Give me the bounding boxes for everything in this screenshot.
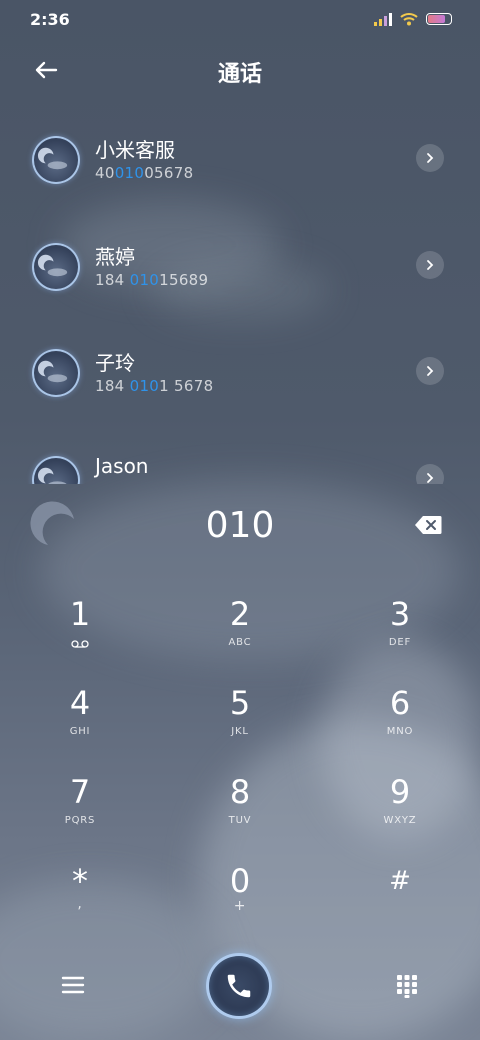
contact-number: 184 0101 5678 xyxy=(95,377,214,395)
key-3[interactable]: 3 DEF xyxy=(340,595,460,675)
avatar xyxy=(32,136,80,184)
contact-name: Jason xyxy=(95,454,149,478)
chevron-right-icon xyxy=(427,153,434,163)
signal-icon xyxy=(374,12,392,26)
dialed-number: 010 xyxy=(205,505,275,546)
key-8[interactable]: 8 TUV xyxy=(180,773,300,853)
moon-icon xyxy=(37,254,68,277)
contact-number: 184 01015689 xyxy=(95,271,209,289)
voicemail-icon xyxy=(71,640,89,648)
contact-row[interactable]: 子玲 184 0101 5678 xyxy=(0,323,480,413)
key-5[interactable]: 5 JKL xyxy=(180,684,300,764)
contact-row[interactable]: 小米客服 4001005678 xyxy=(0,110,480,200)
status-icons xyxy=(374,12,452,26)
dialpad-icon[interactable] xyxy=(396,974,418,998)
contact-name: 燕婷 xyxy=(95,245,135,269)
key-7[interactable]: 7 PQRS xyxy=(20,773,140,853)
dial-display: 010 xyxy=(0,495,480,559)
call-button[interactable] xyxy=(206,953,272,1019)
page-title: 通话 xyxy=(217,62,262,87)
key-1[interactable]: 1 xyxy=(20,595,140,675)
moon-icon xyxy=(37,147,68,170)
moon-icon xyxy=(37,467,67,484)
contact-details-button[interactable] xyxy=(416,464,444,484)
key-4[interactable]: 4 GHI xyxy=(20,684,140,764)
key-0[interactable]: 0 + xyxy=(180,862,300,942)
chevron-right-icon xyxy=(427,260,434,270)
contact-name: 子玲 xyxy=(95,351,135,375)
contact-number: 4001005678 xyxy=(95,164,194,182)
contact-list: 小米客服 4001005678 燕婷 184 01015689 子玲 184 0… xyxy=(0,110,480,484)
key-6[interactable]: 6 MNO xyxy=(340,684,460,764)
contact-name: 小米客服 xyxy=(95,138,175,162)
moon-icon xyxy=(37,360,68,383)
chevron-right-icon xyxy=(427,366,434,376)
key-9[interactable]: 9 WXYZ xyxy=(340,773,460,853)
avatar xyxy=(32,456,80,484)
contact-row[interactable]: 燕婷 184 01015689 xyxy=(0,217,480,307)
bottom-bar xyxy=(0,950,480,1030)
battery-icon xyxy=(426,13,452,25)
key-star[interactable]: * , xyxy=(20,862,140,942)
contact-row[interactable]: Jason xyxy=(0,430,480,484)
status-bar: 2:36 xyxy=(0,0,480,40)
contact-details-button[interactable] xyxy=(416,357,444,385)
contact-details-button[interactable] xyxy=(416,144,444,172)
header: 通话 xyxy=(0,50,480,90)
status-time: 2:36 xyxy=(30,10,70,29)
key-2[interactable]: 2 ABC xyxy=(180,595,300,675)
backspace-icon[interactable] xyxy=(414,515,442,535)
wifi-icon xyxy=(400,13,418,26)
menu-icon[interactable] xyxy=(60,974,86,996)
chevron-right-icon xyxy=(427,473,434,483)
avatar xyxy=(32,243,80,291)
contact-details-button[interactable] xyxy=(416,251,444,279)
avatar xyxy=(32,349,80,397)
key-hash[interactable]: # xyxy=(340,862,460,942)
phone-icon xyxy=(227,974,251,998)
